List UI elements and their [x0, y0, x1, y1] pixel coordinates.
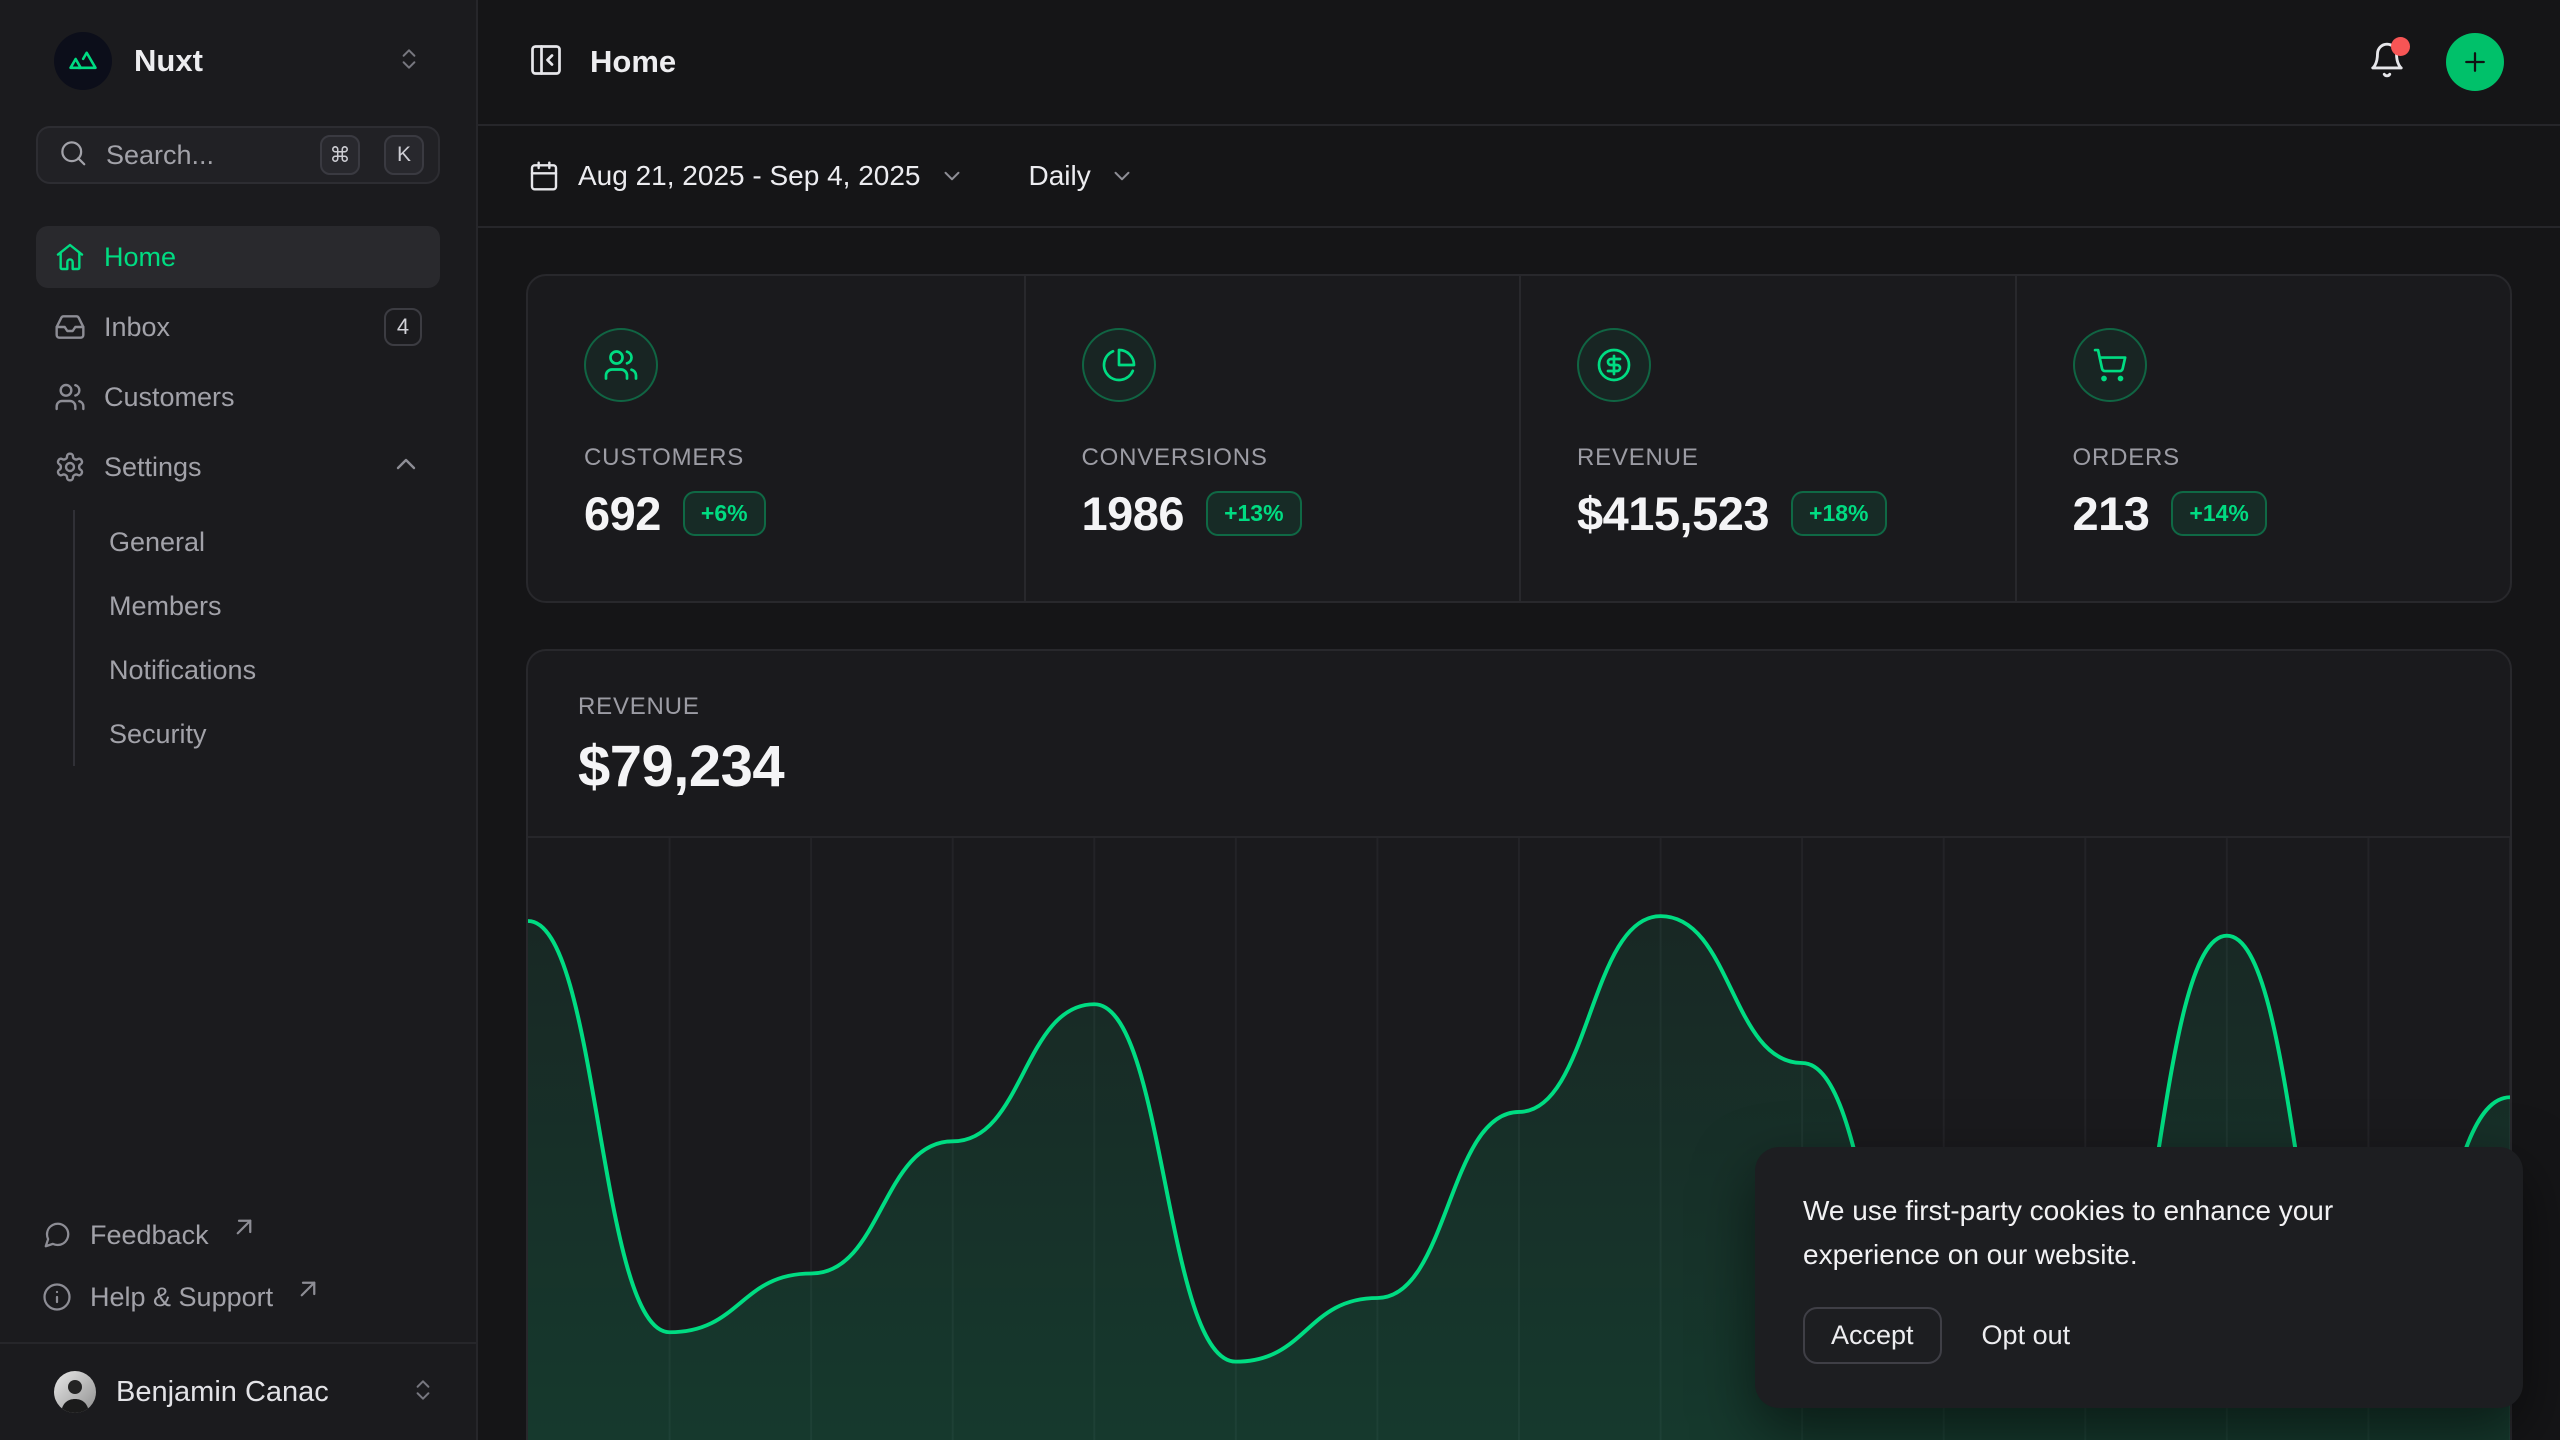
date-range-picker[interactable]: Aug 21, 2025 - Sep 4, 2025	[528, 160, 965, 192]
sidebar-item-label: Home	[104, 242, 176, 273]
message-bubble-icon	[42, 1220, 72, 1250]
collapse-sidebar-icon[interactable]	[528, 42, 564, 83]
help-support-label: Help & Support	[90, 1282, 273, 1313]
stat-value: 1986	[1082, 486, 1185, 541]
shopping-cart-icon	[2073, 328, 2147, 402]
revenue-chart-total: $79,234	[578, 733, 2460, 800]
kbd-command: ⌘	[320, 135, 360, 175]
notifications-button[interactable]	[2368, 41, 2406, 84]
search-input[interactable]: Search... ⌘ K	[36, 126, 440, 184]
granularity-select[interactable]: Daily	[1029, 160, 1135, 192]
stats-card: CUSTOMERS 692 +6% CONVERSIONS 1986 +13%	[526, 274, 2512, 603]
sidebar-item-customers[interactable]: Customers	[36, 366, 440, 428]
external-link-icon	[229, 1212, 259, 1242]
stat-orders[interactable]: ORDERS 213 +14%	[2015, 276, 2511, 601]
sidebar-subitem-notifications[interactable]: Notifications	[109, 638, 440, 702]
filters-toolbar: Aug 21, 2025 - Sep 4, 2025 Daily	[478, 126, 2560, 228]
search-icon	[58, 138, 88, 173]
sidebar-item-inbox[interactable]: Inbox 4	[36, 296, 440, 358]
stat-delta-badge: +13%	[1206, 491, 1301, 536]
gear-icon	[54, 451, 86, 483]
chevron-up-icon	[390, 448, 422, 487]
stat-delta-badge: +18%	[1791, 491, 1886, 536]
stat-value: 692	[584, 486, 661, 541]
chevrons-up-down-icon	[396, 46, 422, 77]
settings-sub-list: General Members Notifications Security	[73, 510, 440, 766]
add-button[interactable]	[2446, 33, 2504, 91]
calendar-icon	[528, 160, 560, 192]
revenue-chart-label: REVENUE	[578, 693, 2460, 721]
avatar	[54, 1371, 96, 1413]
cookie-message: We use first-party cookies to enhance yo…	[1803, 1189, 2475, 1277]
stat-conversions[interactable]: CONVERSIONS 1986 +13%	[1024, 276, 1520, 601]
main-area: Home Aug 21, 2025 - Sep 4, 2025	[478, 0, 2560, 1440]
dashboard-page: Nuxt Search... ⌘ K Home	[0, 0, 2560, 1440]
stat-label: ORDERS	[2073, 444, 2455, 472]
accept-cookies-button[interactable]: Accept	[1803, 1307, 1942, 1364]
chevron-down-icon	[939, 163, 965, 189]
chevrons-up-down-icon	[410, 1377, 436, 1408]
feedback-label: Feedback	[90, 1220, 209, 1251]
sidebar-subitem-general[interactable]: General	[109, 510, 440, 574]
sidebar-item-home[interactable]: Home	[36, 226, 440, 288]
sidebar-subitem-security[interactable]: Security	[109, 702, 440, 766]
stat-value: $415,523	[1577, 486, 1769, 541]
plus-icon	[2460, 47, 2490, 77]
sidebar: Nuxt Search... ⌘ K Home	[0, 0, 478, 1440]
notification-dot	[2391, 37, 2410, 56]
sidebar-item-label: Inbox	[104, 312, 170, 343]
opt-out-button[interactable]: Opt out	[1982, 1320, 2071, 1351]
sidebar-subitem-members[interactable]: Members	[109, 574, 440, 638]
chevron-down-icon	[1109, 163, 1135, 189]
search-placeholder: Search...	[106, 140, 302, 171]
sidebar-footer-links: Feedback Help & Support	[36, 1204, 440, 1328]
stat-label: CUSTOMERS	[584, 444, 968, 472]
home-icon	[54, 241, 86, 273]
page-header: Home	[478, 0, 2560, 126]
page-title: Home	[590, 44, 676, 80]
workspace-switcher[interactable]: Nuxt	[36, 22, 440, 100]
sidebar-item-label: Customers	[104, 382, 235, 413]
stat-customers[interactable]: CUSTOMERS 692 +6%	[528, 276, 1024, 601]
stat-value: 213	[2073, 486, 2150, 541]
stat-delta-badge: +6%	[683, 491, 766, 536]
cookie-banner: We use first-party cookies to enhance yo…	[1755, 1147, 2523, 1408]
users-icon	[584, 328, 658, 402]
workspace-name: Nuxt	[134, 43, 203, 79]
dollar-circle-icon	[1577, 328, 1651, 402]
stat-delta-badge: +14%	[2171, 491, 2266, 536]
users-icon	[54, 381, 86, 413]
stat-label: CONVERSIONS	[1082, 444, 1464, 472]
granularity-label: Daily	[1029, 160, 1091, 192]
user-name: Benjamin Canac	[116, 1376, 329, 1409]
inbox-icon	[54, 311, 86, 343]
inbox-count-badge: 4	[384, 308, 422, 346]
nuxt-logo-icon	[54, 32, 112, 90]
sidebar-nav: Home Inbox 4 Customers	[36, 226, 440, 766]
sidebar-item-label: Settings	[104, 452, 202, 483]
pie-chart-icon	[1082, 328, 1156, 402]
kbd-k: K	[384, 135, 424, 175]
date-range-label: Aug 21, 2025 - Sep 4, 2025	[578, 160, 921, 192]
sidebar-item-settings[interactable]: Settings	[36, 436, 440, 498]
stat-revenue[interactable]: REVENUE $415,523 +18%	[1519, 276, 2015, 601]
help-support-link[interactable]: Help & Support	[36, 1266, 440, 1328]
external-link-icon	[293, 1274, 323, 1304]
info-circle-icon	[42, 1282, 72, 1312]
feedback-link[interactable]: Feedback	[36, 1204, 440, 1266]
stat-label: REVENUE	[1577, 444, 1959, 472]
user-menu[interactable]: Benjamin Canac	[0, 1342, 476, 1440]
